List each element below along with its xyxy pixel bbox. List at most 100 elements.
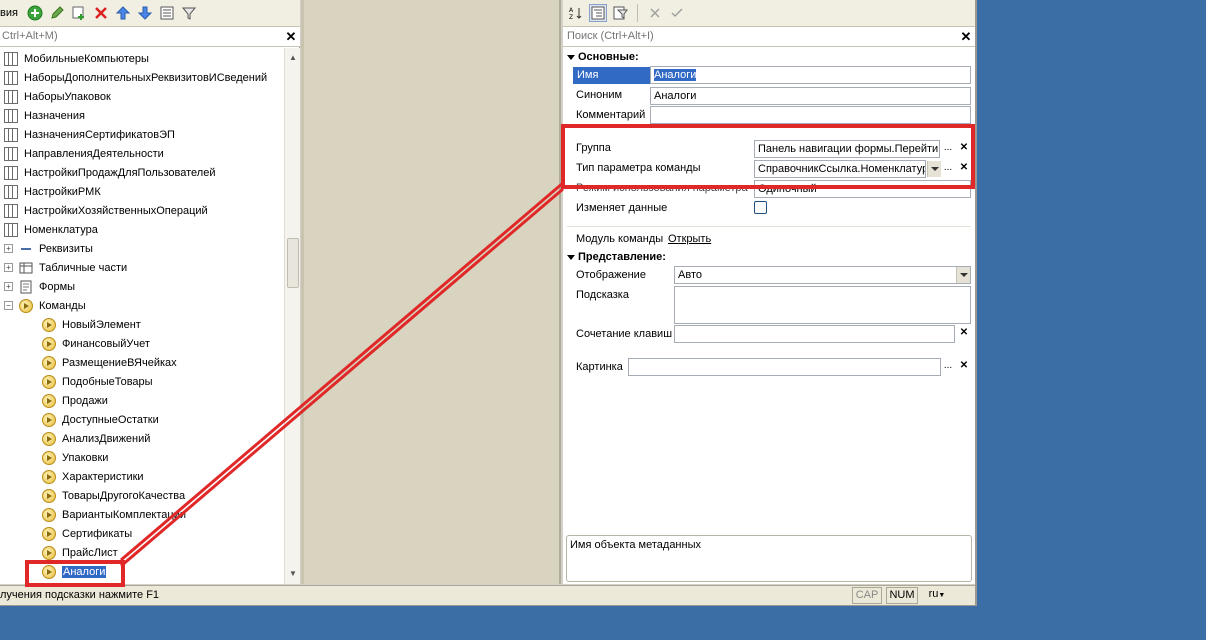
section-view[interactable]: Представление: (567, 251, 666, 263)
cancel-icon[interactable] (646, 4, 664, 22)
command-icon (42, 469, 56, 484)
modifies-data-label: Изменяет данные (576, 202, 668, 214)
tree-item[interactable]: АнализДвижений (42, 429, 150, 448)
tree-item-label: НастройкиХозяйственныхОпераций (24, 204, 208, 217)
name-label: Имя (573, 67, 651, 84)
picture-select-button[interactable]: ... (941, 359, 955, 375)
tree-item-label: Реквизиты (39, 242, 93, 255)
tree-item-label: Упаковки (62, 451, 109, 464)
tree-item[interactable]: + Формы (4, 277, 75, 296)
tree-item[interactable]: РазмещениеВЯчейках (42, 353, 177, 372)
tree-item-label: Назначения (24, 109, 85, 122)
tree-item[interactable]: НастройкиХозяйственныхОпераций (4, 201, 208, 220)
tree-item[interactable]: Назначения (4, 106, 85, 125)
tree-item-label: Продажи (62, 394, 108, 407)
tree-item[interactable]: + Табличные части (4, 258, 127, 277)
tree-item[interactable]: НаправленияДеятельности (4, 144, 164, 163)
tree-item[interactable]: МобильныеКомпьютеры (4, 49, 149, 68)
shortcut-clear-icon[interactable]: ✕ (957, 326, 971, 342)
group-icon (19, 280, 33, 294)
list-view-icon[interactable] (158, 4, 176, 22)
expand-icon[interactable]: + (4, 263, 13, 272)
status-bar: лучения подсказки нажмите F1 CAP NUM ru▼ (0, 585, 975, 605)
chevron-down-icon: ▼ (938, 592, 946, 599)
modifies-data-checkbox[interactable] (754, 201, 767, 214)
move-down-icon[interactable] (136, 4, 154, 22)
comment-label: Комментарий (576, 109, 646, 121)
clear-search-icon[interactable]: ✕ (284, 30, 298, 44)
expand-icon[interactable]: + (4, 244, 13, 253)
tree-item[interactable]: ПодобныеТовары (42, 372, 153, 391)
tree-toolbar: вия (0, 0, 300, 27)
group-icon (19, 261, 33, 275)
add-icon[interactable] (26, 4, 44, 22)
properties-search-input[interactable] (563, 27, 953, 45)
command-icon (19, 298, 33, 313)
name-field[interactable]: Аналоги (650, 66, 971, 84)
tree-item-label: Команды (39, 299, 86, 312)
cap-indicator: CAP (852, 587, 882, 604)
edit-icon[interactable] (48, 4, 66, 22)
tree-item[interactable]: НастройкиПродажДляПользователей (4, 163, 215, 182)
tooltip-field[interactable] (674, 286, 971, 324)
tree-item[interactable]: Сертификаты (42, 524, 132, 543)
command-icon (42, 355, 56, 370)
tree-search-input[interactable] (0, 27, 280, 45)
scroll-down-icon[interactable]: ▼ (286, 566, 300, 581)
display-field[interactable]: Авто (674, 266, 971, 284)
command-icon (42, 336, 56, 351)
tree-item[interactable]: НазначенияСертификатовЭП (4, 125, 175, 144)
delete-icon[interactable] (92, 4, 110, 22)
tree-item-label: ФинансовыйУчет (62, 337, 150, 350)
tree-item[interactable]: НаборыДополнительныхРеквизитовИСведений (4, 68, 267, 87)
tree-item[interactable]: ДоступныеОстатки (42, 410, 159, 429)
tree-item[interactable]: НовыйЭлемент (42, 315, 141, 334)
collapse-icon[interactable]: − (4, 301, 13, 310)
open-module-link[interactable]: Открыть (668, 233, 711, 245)
display-dropdown-icon[interactable] (956, 267, 970, 283)
tree-item-label: ДоступныеОстатки (62, 413, 159, 426)
filter-icon[interactable] (180, 4, 198, 22)
comment-field[interactable] (650, 106, 971, 124)
catalog-icon (4, 222, 18, 237)
picture-field[interactable] (628, 358, 941, 376)
tooltip-label: Подсказка (576, 289, 629, 301)
apply-icon[interactable] (668, 4, 686, 22)
tree-item-label: ПрайсЛист (62, 546, 118, 559)
tree-item[interactable]: Упаковки (42, 448, 108, 467)
tree-item[interactable]: ФинансовыйУчет (42, 334, 150, 353)
tree-item[interactable]: Продажи (42, 391, 108, 410)
scroll-thumb[interactable] (287, 238, 299, 288)
tree-item[interactable]: − Команды (4, 296, 86, 315)
command-icon (42, 488, 56, 503)
catalog-icon (4, 203, 18, 218)
tree-item[interactable]: НастройкиРМК (4, 182, 101, 201)
language-selector[interactable]: ru▼ (922, 587, 952, 604)
categorized-view-icon[interactable] (589, 4, 607, 22)
clear-properties-search-icon[interactable]: ✕ (959, 30, 973, 44)
expand-icon[interactable]: + (4, 282, 13, 291)
synonym-field[interactable]: Аналоги (650, 87, 971, 105)
tree-item-label: ВариантыКомплектации (62, 508, 186, 521)
move-up-icon[interactable] (114, 4, 132, 22)
tree-item[interactable]: НаборыУпаковок (4, 87, 111, 106)
section-main[interactable]: Основные: (567, 51, 639, 63)
filter-properties-icon[interactable] (611, 4, 629, 22)
tree-scrollbar[interactable]: ▲ ▼ (284, 48, 300, 584)
actions-menu[interactable]: вия (0, 7, 22, 19)
scroll-up-icon[interactable]: ▲ (286, 50, 300, 65)
sort-alpha-icon[interactable]: AZ (567, 4, 585, 22)
tree-item[interactable]: Номенклатура (4, 220, 98, 239)
tree-item[interactable]: ВариантыКомплектации (42, 505, 186, 524)
group-icon (19, 242, 33, 256)
tree-item[interactable]: ТоварыДругогоКачества (42, 486, 185, 505)
copy-add-icon[interactable] (70, 4, 88, 22)
tree-item-label: АнализДвижений (62, 432, 151, 445)
picture-clear-icon[interactable]: ✕ (957, 359, 971, 375)
tree-item[interactable]: Характеристики (42, 467, 144, 486)
tree-item-label: НастройкиРМК (24, 185, 101, 198)
shortcut-field[interactable] (674, 325, 955, 343)
catalog-icon (4, 89, 18, 104)
tree-item[interactable]: + Реквизиты (4, 239, 93, 258)
synonym-label: Синоним (576, 89, 623, 101)
